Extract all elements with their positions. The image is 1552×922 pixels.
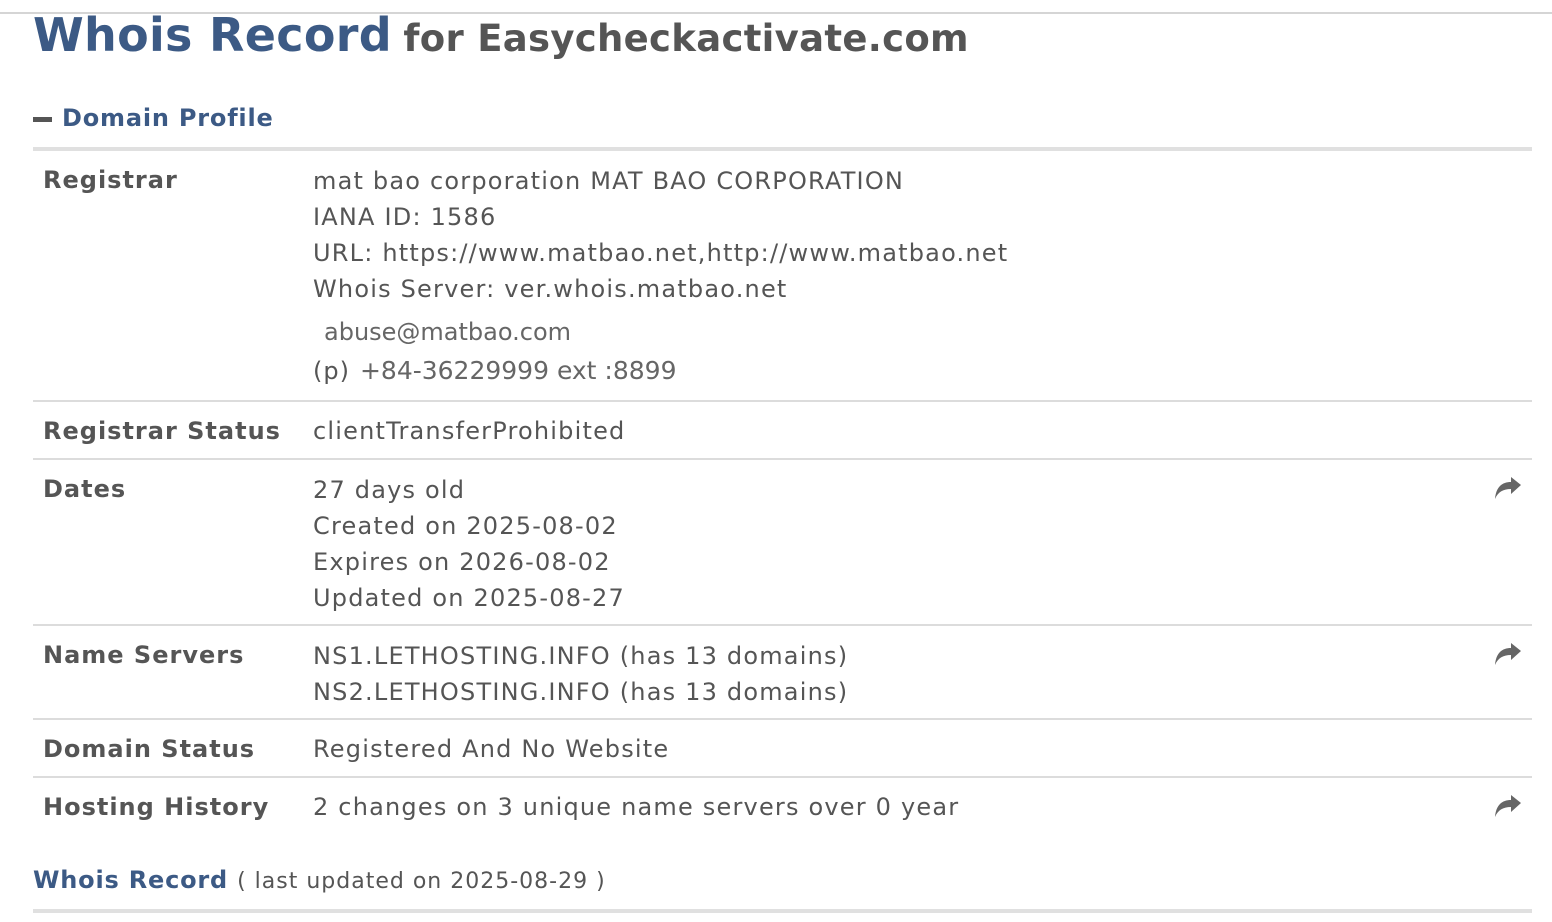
registrar-label: Registrar <box>43 166 178 194</box>
whois-record-title: Whois Record <box>33 866 229 894</box>
registrar-whois-server: Whois Server: ver.whois.matbao.net <box>313 275 788 303</box>
share-arrow-icon[interactable] <box>1494 642 1522 668</box>
registrar-iana-id: IANA ID: 1586 <box>313 203 497 231</box>
domain-status-row: Domain Status Registered And No Website <box>33 720 1532 778</box>
dates-row: Dates 27 days old Created on 2025-08-02 … <box>33 460 1532 626</box>
name-server-2: NS2.LETHOSTING.INFO (has 13 domains) <box>313 678 849 706</box>
name-servers-value: NS1.LETHOSTING.INFO (has 13 domains) NS2… <box>313 641 848 713</box>
created-date: Created on 2025-08-02 <box>313 512 618 540</box>
registrar-value: mat bao corporation MAT BAO CORPORATION … <box>313 166 1008 390</box>
domain-status-value: Registered And No Website <box>313 735 670 763</box>
hosting-history-label: Hosting History <box>43 793 270 821</box>
updated-date: Updated on 2025-08-27 <box>313 584 625 612</box>
registrar-phone-line: (p) +84-36229999 ext :8899 <box>313 350 1008 390</box>
name-servers-row: Name Servers NS1.LETHOSTING.INFO (has 13… <box>33 626 1532 720</box>
name-servers-label: Name Servers <box>43 641 245 669</box>
name-server-1: NS1.LETHOSTING.INFO (has 13 domains) <box>313 642 849 670</box>
page-title-domain: for Easycheckactivate.com <box>403 17 969 60</box>
registrar-name: mat bao corporation MAT BAO CORPORATION <box>313 167 905 195</box>
minus-icon <box>33 116 52 122</box>
expires-date: Expires on 2026-08-02 <box>313 548 611 576</box>
dates-value: 27 days old Created on 2025-08-02 Expire… <box>313 475 625 619</box>
share-arrow-icon[interactable] <box>1494 794 1522 820</box>
registrar-status-label: Registrar Status <box>43 417 281 445</box>
registrar-row: Registrar mat bao corporation MAT BAO CO… <box>33 151 1532 402</box>
domain-profile-toggle[interactable]: Domain Profile <box>33 104 274 132</box>
registrar-phone: +84-36229999 ext :8899 <box>359 356 677 385</box>
page-title: Whois Record for Easycheckactivate.com <box>33 8 969 62</box>
page-title-main: Whois Record <box>33 8 392 62</box>
domain-age: 27 days old <box>313 476 466 504</box>
whois-record-updated: ( last updated on 2025-08-29 ) <box>237 869 606 894</box>
registrar-status-value: clientTransferProhibited <box>313 417 626 445</box>
hosting-history-value: 2 changes on 3 unique name servers over … <box>313 793 960 821</box>
registrar-email: abuse@matbao.com <box>324 318 572 346</box>
registrar-url: URL: https://www.matbao.net,http://www.m… <box>313 239 1009 267</box>
share-arrow-icon[interactable] <box>1494 476 1522 502</box>
domain-status-label: Domain Status <box>43 735 256 763</box>
registrar-status-row: Registrar Status clientTransferProhibite… <box>33 402 1532 460</box>
whois-record-header: Whois Record ( last updated on 2025-08-2… <box>33 866 606 894</box>
domain-profile-title: Domain Profile <box>62 104 274 132</box>
phone-label: (p) <box>313 357 350 385</box>
dates-label: Dates <box>43 475 127 503</box>
hosting-history-row: Hosting History 2 changes on 3 unique na… <box>33 778 1532 836</box>
whois-record-divider <box>33 909 1532 913</box>
